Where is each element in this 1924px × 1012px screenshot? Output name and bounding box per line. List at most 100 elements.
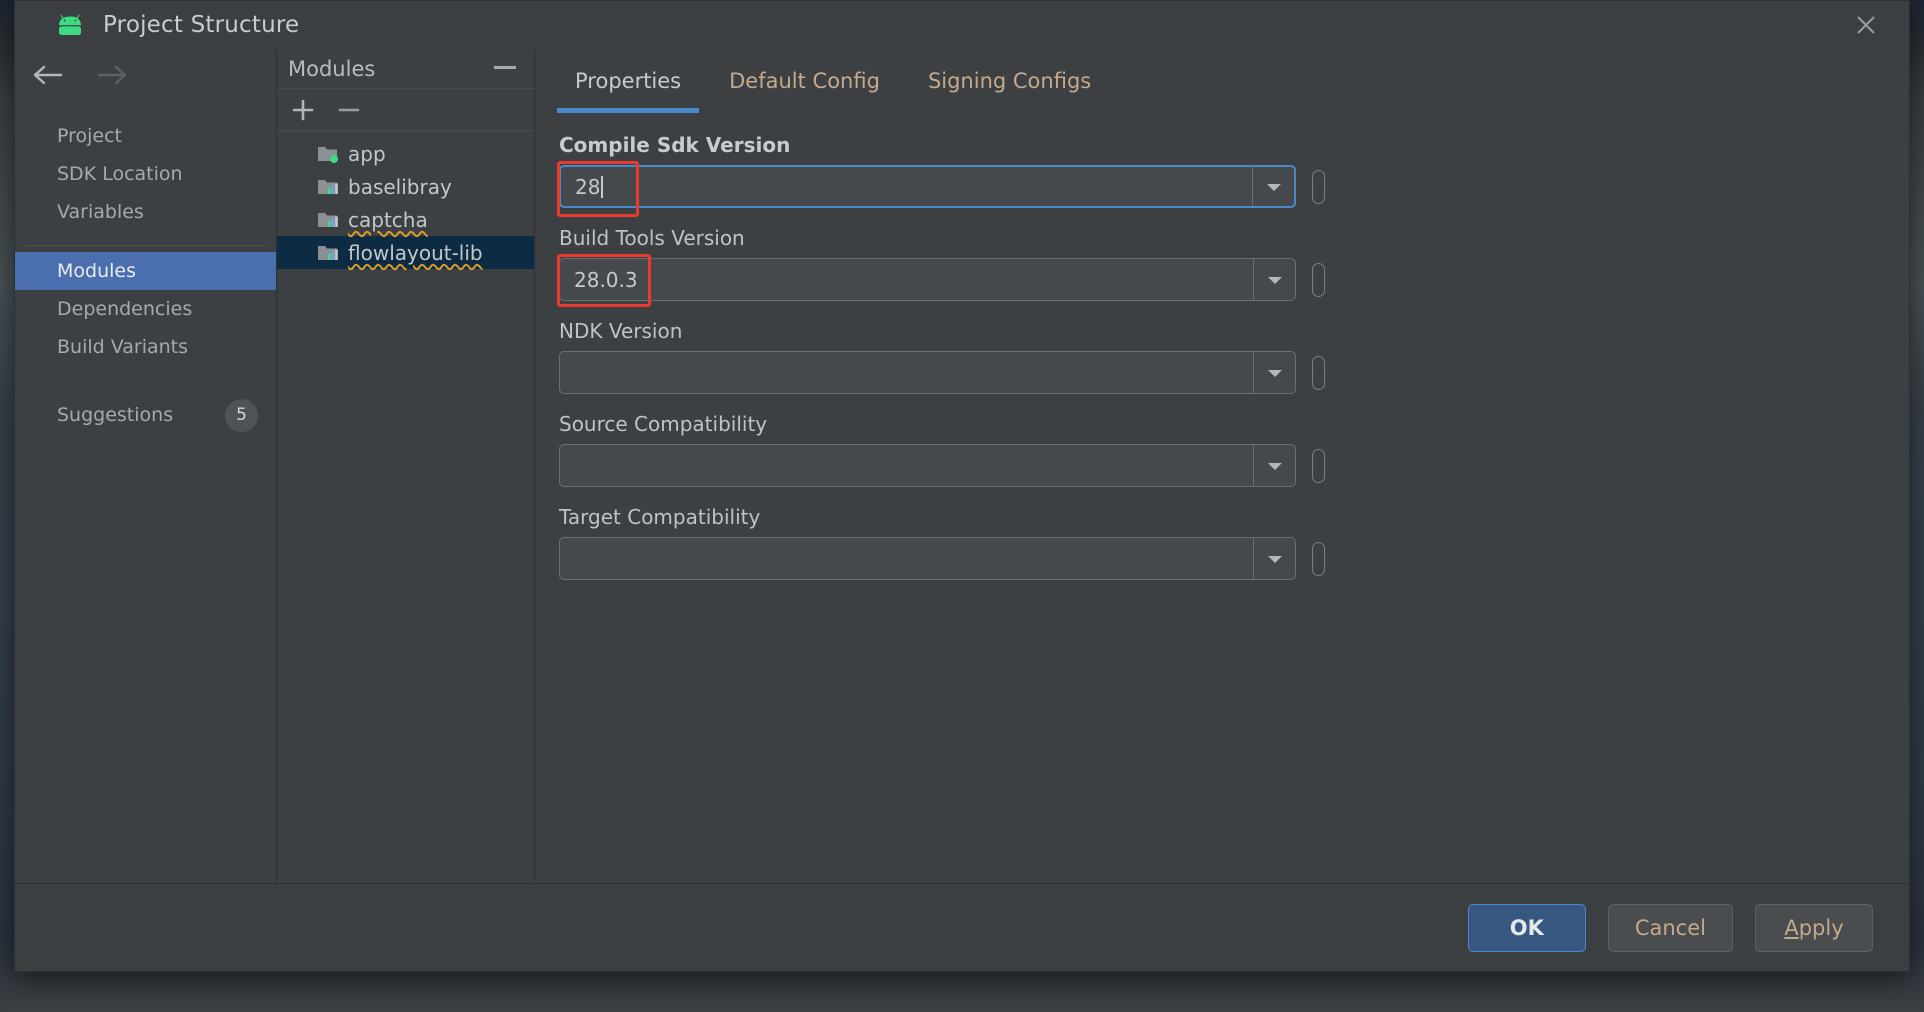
application-module-icon (318, 147, 338, 163)
build-tools-variable-button[interactable] (1312, 262, 1325, 297)
dropdown-arrow-button[interactable] (1253, 445, 1295, 486)
module-row-flowlayout-lib[interactable]: flowlayout-lib (277, 236, 534, 269)
target-compatibility-variable-button[interactable] (1312, 541, 1325, 576)
build-tools-version-combobox[interactable]: 28.0.3 (557, 254, 1296, 307)
sidebar-item-build-variants[interactable]: Build Variants (15, 328, 276, 366)
tab-label: Signing Configs (927, 69, 1092, 93)
text-caret (601, 175, 603, 198)
dropdown-arrow-button[interactable] (1253, 352, 1295, 393)
sidebar-item-label: Suggestions (57, 404, 174, 426)
dropdown-arrow-button[interactable] (1253, 538, 1295, 579)
modules-tree: app baselibray captcha flowlayout-lib (277, 131, 534, 883)
sidebar-item-sdk-location[interactable]: SDK Location (15, 155, 276, 193)
chevron-down-icon (1267, 555, 1282, 563)
field-compile-sdk-version: Compile Sdk Version 28 (557, 133, 1909, 217)
back-button[interactable] (33, 64, 65, 90)
suggestions-count-badge: 5 (225, 398, 258, 432)
compile-sdk-version-combobox[interactable]: 28 (557, 161, 1296, 217)
chevron-down-icon (1267, 276, 1282, 284)
minimize-icon (494, 66, 516, 69)
navigation-sidebar: Project SDK Location Variables Modules D… (15, 49, 277, 883)
sidebar-item-label: Dependencies (57, 298, 193, 320)
build-tools-version-input[interactable]: 28.0.3 (560, 268, 638, 292)
field-label: Target Compatibility (559, 505, 761, 529)
ndk-version-combobox[interactable] (559, 351, 1296, 394)
module-row-captcha[interactable]: captcha (277, 203, 534, 236)
sidebar-item-label: Variables (57, 201, 144, 223)
ok-button-label: OK (1509, 915, 1544, 940)
sidebar-item-label: SDK Location (57, 163, 183, 185)
forward-button[interactable] (95, 64, 127, 90)
modules-panel-header: Modules (277, 49, 534, 89)
chevron-down-icon (1267, 369, 1282, 377)
navigation-arrows (15, 49, 276, 105)
module-label: flowlayout-lib (348, 240, 483, 265)
dropdown-arrow-button[interactable] (1252, 167, 1294, 206)
modules-toolbar (277, 89, 534, 131)
dialog-title: Project Structure (103, 12, 300, 38)
module-label: baselibray (348, 174, 452, 199)
tab-properties[interactable]: Properties (551, 49, 705, 113)
source-compatibility-variable-button[interactable] (1312, 448, 1325, 483)
module-row-app[interactable]: app (277, 137, 534, 170)
add-module-button[interactable] (291, 98, 315, 122)
remove-module-button[interactable] (337, 98, 361, 122)
sidebar-item-modules[interactable]: Modules (15, 252, 276, 290)
cancel-button[interactable]: Cancel (1607, 903, 1733, 952)
apply-button[interactable]: Apply (1755, 903, 1873, 952)
tab-bar: Properties Default Config Signing Config… (535, 49, 1909, 115)
minus-icon (338, 108, 360, 111)
field-label: Compile Sdk Version (559, 133, 791, 157)
collapse-panel-button[interactable] (492, 59, 518, 78)
sidebar-item-label: Project (57, 125, 123, 147)
properties-form: Compile Sdk Version 28 Build Tools Versi… (535, 115, 1909, 883)
field-label: Source Compatibility (559, 412, 768, 436)
library-module-icon (318, 180, 338, 194)
close-icon (1857, 16, 1875, 34)
field-build-tools-version: Build Tools Version 28.0.3 (557, 226, 1909, 307)
modules-panel: Modules app baselibray captcha flowlayou… (277, 49, 535, 883)
plus-icon (292, 99, 314, 120)
chevron-down-icon (1266, 183, 1281, 191)
field-ndk-version: NDK Version (559, 319, 1909, 394)
dialog-footer: OK Cancel Apply (15, 883, 1909, 971)
android-robot-icon (59, 14, 81, 35)
library-module-icon (318, 213, 338, 227)
dropdown-arrow-button[interactable] (1253, 259, 1295, 300)
dialog-titlebar: Project Structure (15, 1, 1909, 49)
arrow-left-icon (33, 65, 63, 85)
sidebar-divider (25, 245, 266, 246)
target-compatibility-combobox[interactable] (559, 537, 1296, 580)
sidebar-item-project[interactable]: Project (15, 117, 276, 155)
chevron-down-icon (1267, 462, 1282, 470)
tab-signing-configs[interactable]: Signing Configs (904, 49, 1115, 113)
compile-sdk-variable-button[interactable] (1312, 169, 1325, 204)
sidebar-item-label: Modules (57, 260, 136, 282)
sidebar-item-suggestions[interactable]: Suggestions 5 (15, 396, 276, 434)
close-button[interactable] (1823, 1, 1909, 49)
library-module-icon (318, 246, 338, 260)
cancel-button-label: Cancel (1634, 915, 1706, 940)
sidebar-item-label: Build Variants (57, 336, 189, 358)
apply-button-label: Apply (1784, 915, 1844, 940)
arrow-right-icon (97, 65, 127, 85)
sidebar-item-variables[interactable]: Variables (15, 193, 276, 231)
field-target-compatibility: Target Compatibility (559, 505, 1909, 580)
ndk-version-variable-button[interactable] (1312, 355, 1325, 390)
module-label: app (348, 141, 386, 166)
field-label: Build Tools Version (559, 226, 745, 250)
source-compatibility-combobox[interactable] (559, 444, 1296, 487)
field-label: NDK Version (559, 319, 683, 343)
ok-button[interactable]: OK (1467, 903, 1586, 952)
tab-label: Properties (575, 69, 682, 93)
properties-content: Properties Default Config Signing Config… (535, 49, 1909, 883)
modules-panel-title: Modules (288, 56, 376, 81)
module-label: captcha (348, 207, 428, 232)
module-row-baselibray[interactable]: baselibray (277, 170, 534, 203)
tab-label: Default Config (729, 69, 880, 93)
sidebar-item-dependencies[interactable]: Dependencies (15, 290, 276, 328)
tab-default-config[interactable]: Default Config (705, 49, 904, 113)
sidebar-item-list: Project SDK Location Variables Modules D… (15, 105, 276, 434)
field-source-compatibility: Source Compatibility (559, 412, 1909, 487)
compile-sdk-version-input[interactable]: 28 (561, 175, 603, 199)
